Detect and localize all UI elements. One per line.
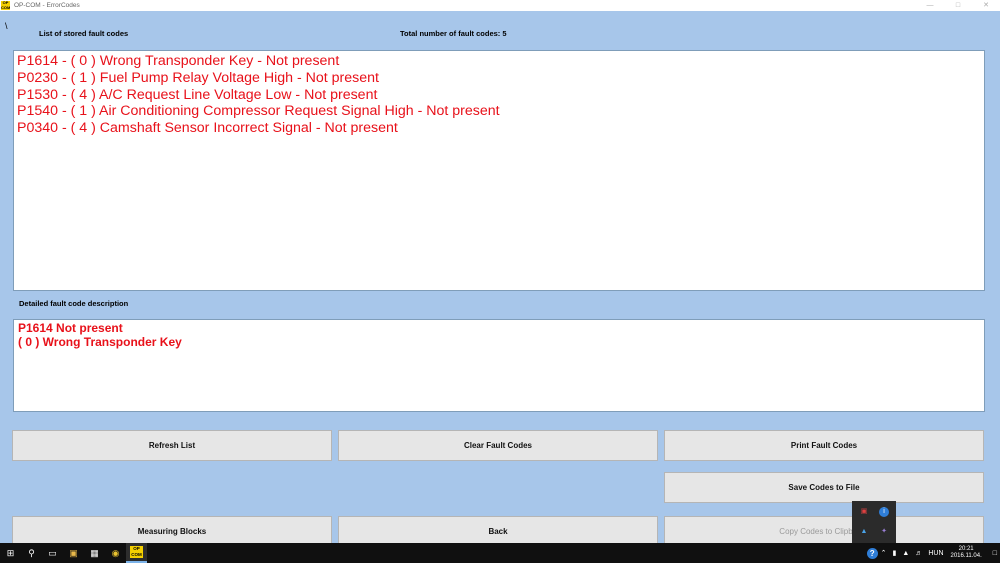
tray-overflow-popup: ▣ i ▲ ✦ xyxy=(852,501,896,543)
app-tray-icon[interactable]: ▣ xyxy=(859,507,869,517)
wifi-icon[interactable]: ▲ xyxy=(902,550,909,557)
detail-line-1: P1614 Not present xyxy=(18,321,123,335)
backslash-mark: \ xyxy=(5,21,8,31)
chevron-up-icon[interactable]: ⌃ xyxy=(881,549,887,557)
search-icon[interactable]: ⚲ xyxy=(21,543,42,563)
battery-icon[interactable]: ▮ xyxy=(893,549,897,557)
clock-date: 2016.11.04. xyxy=(950,553,982,559)
chrome-icon[interactable]: ◉ xyxy=(105,543,126,563)
fault-list-item[interactable]: P1614 - ( 0 ) Wrong Transponder Key - No… xyxy=(17,53,981,70)
fault-code-list[interactable]: P1614 - ( 0 ) Wrong Transponder Key - No… xyxy=(13,50,985,291)
system-tray: ? ⌃ ▮ ▲ ♬ HUN 20:21 2016.11.04. □ xyxy=(866,543,1000,563)
volume-icon[interactable]: ♬ xyxy=(915,550,922,557)
fault-list-label: List of stored fault codes xyxy=(39,29,129,38)
clear-fault-codes-button[interactable]: Clear Fault Codes xyxy=(338,430,658,461)
info-tray-icon[interactable]: i xyxy=(879,507,889,517)
language-indicator[interactable]: HUN xyxy=(928,550,943,557)
opcom-app-icon: OP COM xyxy=(1,1,10,10)
network-tray-icon[interactable]: ▲ xyxy=(859,527,869,537)
maximize-icon[interactable]: □ xyxy=(944,0,972,11)
opcom-taskbar-button[interactable]: OP COM xyxy=(126,543,147,563)
fault-list-item[interactable]: P0340 - ( 4 ) Camshaft Sensor Incorrect … xyxy=(17,120,981,137)
window-controls: — □ ✕ xyxy=(916,0,1000,11)
title-bar: OP COM OP-COM - ErrorCodes — □ ✕ xyxy=(0,0,1000,11)
task-view-icon[interactable]: ▭ xyxy=(42,543,63,563)
feather-tray-icon[interactable]: ✦ xyxy=(879,527,889,537)
file-explorer-icon[interactable]: ▣ xyxy=(63,543,84,563)
windows-start-icon[interactable]: ⊞ xyxy=(0,543,21,563)
opcom-taskbar-icon: OP COM xyxy=(130,546,143,558)
notification-icon[interactable]: □ xyxy=(993,550,997,557)
store-icon[interactable]: ▦ xyxy=(84,543,105,563)
fault-list-item[interactable]: P1540 - ( 1 ) Air Conditioning Compresso… xyxy=(17,103,981,120)
minimize-icon[interactable]: — xyxy=(916,0,944,11)
clock-time: 20:21 xyxy=(958,546,974,552)
help-icon[interactable]: ? xyxy=(866,547,878,559)
taskbar: ⊞ ⚲ ▭ ▣ ▦ ◉ OP COM ? ⌃ ▮ ▲ ♬ HUN 20:21 2… xyxy=(0,543,1000,563)
print-fault-codes-button[interactable]: Print Fault Codes xyxy=(664,430,984,461)
close-icon[interactable]: ✕ xyxy=(972,0,1000,11)
fault-count-label: Total number of fault codes: 5 xyxy=(400,29,507,38)
detail-line-2: ( 0 ) Wrong Transponder Key xyxy=(18,335,182,349)
detail-label: Detailed fault code description xyxy=(19,299,129,308)
fault-list-item[interactable]: P0230 - ( 1 ) Fuel Pump Relay Voltage Hi… xyxy=(17,70,981,87)
save-codes-button[interactable]: Save Codes to File xyxy=(664,472,984,503)
refresh-list-button[interactable]: Refresh List xyxy=(12,430,332,461)
fault-list-item[interactable]: P1530 - ( 4 ) A/C Request Line Voltage L… xyxy=(17,87,981,104)
window-title: OP-COM - ErrorCodes xyxy=(14,2,80,9)
clock[interactable]: 20:21 2016.11.04. xyxy=(951,546,982,560)
fault-detail-box[interactable]: P1614 Not present ( 0 ) Wrong Transponde… xyxy=(13,319,985,412)
